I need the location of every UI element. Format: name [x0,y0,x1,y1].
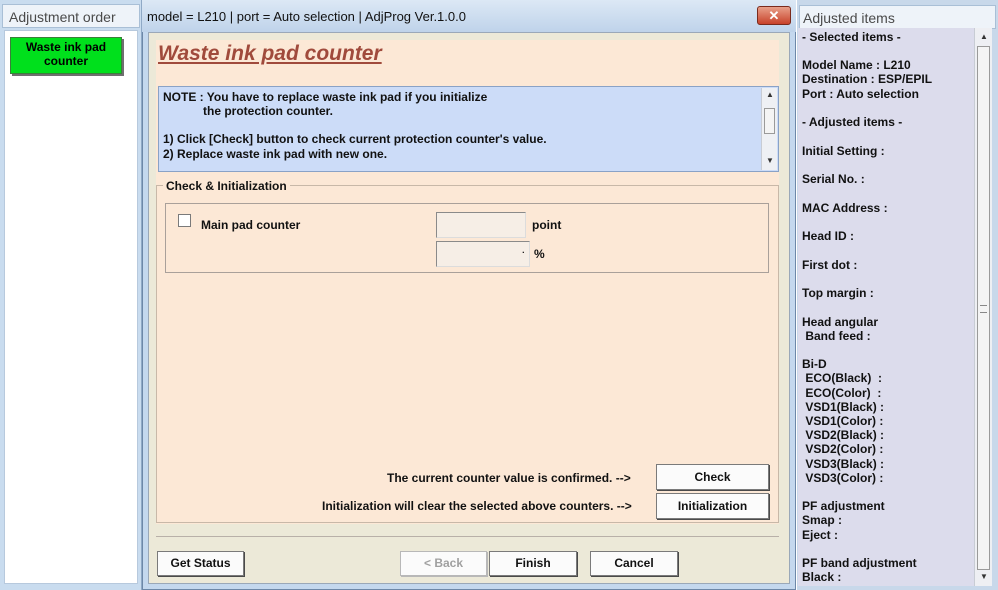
note-line: 2) Replace waste ink pad with new one. [163,147,388,161]
adjusted-line: VSD3(Color) : [802,471,884,485]
scroll-thumb-icon[interactable] [764,108,775,134]
adjusted-items-scrollbar[interactable]: ▲ ▼ [974,28,992,586]
percent-value-field: . [436,241,530,267]
adjusted-line: Band feed : [802,329,871,343]
adjusted-line: First dot : [802,258,858,272]
close-button[interactable]: ✕ [757,6,791,25]
adjusted-line: Serial No. : [802,172,865,186]
adjusted-line: Port : Auto selection [802,87,919,101]
window-title: model = L210 | port = Auto selection | A… [147,9,466,24]
waste-ink-pad-counter-button[interactable]: Waste ink pad counter [10,37,122,74]
adjustment-order-list [4,30,138,584]
scroll-up-icon[interactable]: ▲ [976,30,992,44]
scroll-down-icon[interactable]: ▼ [762,154,778,168]
adjusted-line: - Adjusted items - [802,115,903,129]
footer-separator [156,536,779,537]
adjusted-items-title: Adjusted items [799,5,996,29]
adjusted-line: VSD1(Color) : [802,414,884,428]
adjusted-line: Black : [802,570,842,584]
adjusted-line: Eject : [802,528,839,542]
note-line: the protection counter. [163,104,334,118]
get-status-button[interactable]: Get Status [157,551,244,576]
adjusted-line: VSD2(Color) : [802,442,884,456]
main-pad-counter-checkbox[interactable] [178,214,191,227]
adjusted-line: Destination : ESP/EPIL [802,72,933,86]
adjusted-line: VSD1(Black) : [802,400,885,414]
adjusted-line: PF band adjustment [802,556,917,570]
point-value-field [436,212,526,238]
main-pad-counter-label: Main pad counter [201,218,301,232]
back-button[interactable]: < Back [400,551,487,576]
adjusted-line: ECO(Color) : [802,386,882,400]
adjusted-line: VSD3(Black) : [802,457,885,471]
initialization-text: Initialization will clear the selected a… [322,499,632,513]
adjusted-line: Head ID : [802,229,855,243]
adjusted-line: - Selected items - [802,30,901,44]
note-line: NOTE : You have to replace waste ink pad… [163,90,488,104]
adjustment-order-title: Adjustment order [2,4,140,28]
cancel-button[interactable]: Cancel [590,551,678,576]
adjusted-line: Model Name : L210 [802,58,911,72]
adjusted-line: VSD2(Black) : [802,428,885,442]
percent-unit-label: % [534,247,545,261]
adjusted-line: MAC Address : [802,201,888,215]
page-title: Waste ink pad counter [158,42,382,65]
note-scrollbar[interactable]: ▲ ▼ [761,88,777,170]
adjusted-line: Bi-D [802,357,827,371]
check-button[interactable]: Check [656,464,769,490]
scroll-up-icon[interactable]: ▲ [762,88,778,102]
initialization-button[interactable]: Initialization [656,493,769,519]
adjusted-line: PF adjustment [802,499,885,513]
close-icon: ✕ [768,8,780,23]
scroll-thumb-icon[interactable] [977,46,990,570]
scroll-down-icon[interactable]: ▼ [976,570,992,584]
adjusted-line: Top margin : [802,286,874,300]
confirm-text: The current counter value is confirmed. … [387,471,631,485]
adjusted-line: Smap : [802,513,843,527]
group-label: Check & Initialization [163,179,290,193]
point-unit-label: point [532,218,562,232]
adjusted-line: Head angular [802,315,879,329]
adjusted-line: Initial Setting : [802,144,885,158]
note-line: 1) Click [Check] button to check current… [163,132,547,146]
adjusted-line: ECO(Black) : [802,371,883,385]
finish-button[interactable]: Finish [489,551,577,576]
